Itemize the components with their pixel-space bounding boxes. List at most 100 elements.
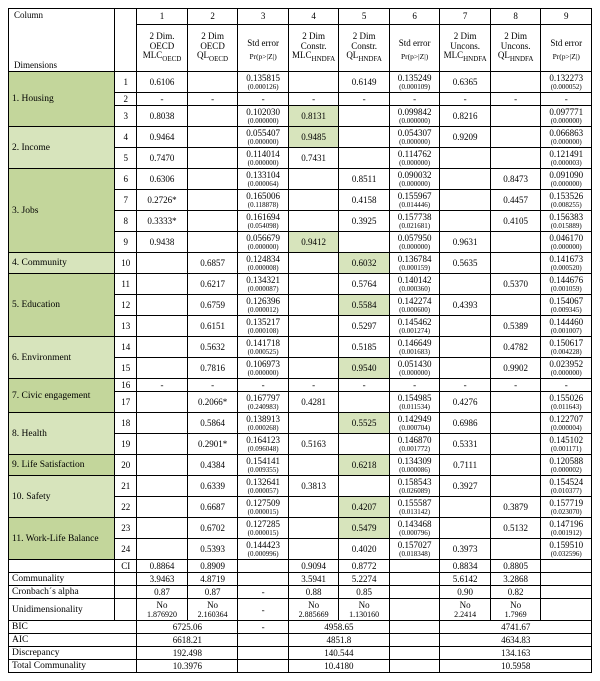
data-cell: 0.145462(0.001274)	[389, 316, 440, 337]
row-index: 11	[115, 274, 137, 295]
footer-idx: CI	[115, 560, 137, 573]
data-cell	[490, 72, 541, 93]
data-cell: 0.5393	[187, 539, 238, 560]
col-num-9: 9	[541, 9, 592, 25]
col-num-1: 1	[137, 9, 188, 25]
row-index: 12	[115, 295, 137, 316]
data-cell: -	[137, 379, 188, 392]
footer-block-val	[389, 621, 440, 634]
data-cell: -	[339, 93, 390, 106]
data-cell	[137, 413, 188, 434]
data-cell	[440, 148, 491, 169]
data-cell	[187, 211, 238, 232]
row-index: 20	[115, 455, 137, 476]
col-num-6: 6	[389, 9, 440, 25]
data-cell: -	[490, 379, 541, 392]
data-cell: 0.9902	[490, 358, 541, 379]
data-cell: 0.6151	[187, 316, 238, 337]
data-cell: 0.056679(0.000000)	[238, 232, 289, 253]
data-cell: 0.155587(0.013142)	[389, 497, 440, 518]
footer-block-val: 134.163	[440, 647, 592, 660]
data-cell: 0.6365	[440, 72, 491, 93]
data-cell	[339, 476, 390, 497]
data-cell: 0.127285(0.000015)	[238, 518, 289, 539]
data-cell: 0.8216	[440, 106, 491, 127]
data-cell: -	[238, 379, 289, 392]
header-dimensions: ColumnDimensions	[9, 9, 115, 72]
data-cell: 0.097771(0.000000)	[541, 106, 592, 127]
data-cell	[238, 560, 289, 573]
footer-block-val	[389, 660, 440, 673]
header-idx	[115, 9, 137, 72]
data-cell: 0.114014(0.000000)	[238, 148, 289, 169]
footer-label	[9, 560, 115, 573]
data-cell	[490, 232, 541, 253]
data-cell	[440, 358, 491, 379]
data-cell	[137, 497, 188, 518]
data-cell: 3.9463	[137, 573, 188, 586]
data-cell: 0.051430(0.000000)	[389, 358, 440, 379]
data-cell	[137, 274, 188, 295]
dimension-label: 2. Income	[9, 127, 115, 169]
data-cell: 0.023952(0.000000)	[541, 358, 592, 379]
data-cell: 0.9464	[137, 127, 188, 148]
data-cell: 0.7111	[440, 455, 491, 476]
data-cell: 0.165006(0.118878)	[238, 190, 289, 211]
data-cell	[490, 295, 541, 316]
data-cell	[288, 413, 339, 434]
data-cell	[490, 476, 541, 497]
col-num-7: 7	[440, 9, 491, 25]
data-cell: -	[389, 93, 440, 106]
data-cell	[339, 434, 390, 455]
row-index: 13	[115, 316, 137, 337]
col-num-4: 4	[288, 9, 339, 25]
data-cell: 0.3813	[288, 476, 339, 497]
footer-block-val: 4634.83	[440, 634, 592, 647]
col-header-6: Std errorPr(p>|Z|)	[389, 24, 440, 71]
data-cell: 0.9540	[339, 358, 390, 379]
col-num-3: 3	[238, 9, 289, 25]
data-cell: 0.144676(0.001059)	[541, 274, 592, 295]
data-cell	[288, 295, 339, 316]
data-cell	[389, 599, 440, 621]
data-cell: 0.6857	[187, 253, 238, 274]
data-cell: -	[238, 599, 289, 621]
data-cell	[137, 358, 188, 379]
data-cell	[339, 106, 390, 127]
data-cell: 0.144423(0.000996)	[238, 539, 289, 560]
data-cell: 0.099842(0.000000)	[389, 106, 440, 127]
data-cell: 0.82	[490, 586, 541, 599]
row-index: 19	[115, 434, 137, 455]
data-cell	[490, 539, 541, 560]
data-cell: 0.143468(0.000796)	[389, 518, 440, 539]
data-cell	[288, 169, 339, 190]
data-cell: 0.9438	[137, 232, 188, 253]
data-cell: 0.153526(0.008255)	[541, 190, 592, 211]
data-cell	[137, 476, 188, 497]
col-num-8: 8	[490, 9, 541, 25]
data-cell: 0.066863(0.000000)	[541, 127, 592, 148]
data-cell: 0.091090(0.000000)	[541, 169, 592, 190]
data-cell: No1.7969	[490, 599, 541, 621]
data-cell: 0.154524(0.010377)	[541, 476, 592, 497]
footer-block-label: Total Communality	[9, 660, 137, 673]
data-cell	[541, 586, 592, 599]
data-cell: 0.8834	[440, 560, 491, 573]
data-cell: 0.5764	[339, 274, 390, 295]
data-cell: -	[541, 379, 592, 392]
data-cell: 0.90	[440, 586, 491, 599]
col-num-5: 5	[339, 9, 390, 25]
footer-block-val	[389, 634, 440, 647]
data-cell	[490, 127, 541, 148]
data-cell	[490, 413, 541, 434]
data-cell	[288, 211, 339, 232]
data-cell: -	[187, 379, 238, 392]
data-cell: 0.054307(0.000000)	[389, 127, 440, 148]
data-cell: -	[339, 379, 390, 392]
data-cell: 0.154985(0.011534)	[389, 392, 440, 413]
footer-block-val: 10.5958	[440, 660, 592, 673]
data-cell: 0.150617(0.004228)	[541, 337, 592, 358]
data-cell: 0.4105	[490, 211, 541, 232]
data-cell: -	[440, 379, 491, 392]
col-header-3: Std errorPr(p>|Z|)	[238, 24, 289, 71]
